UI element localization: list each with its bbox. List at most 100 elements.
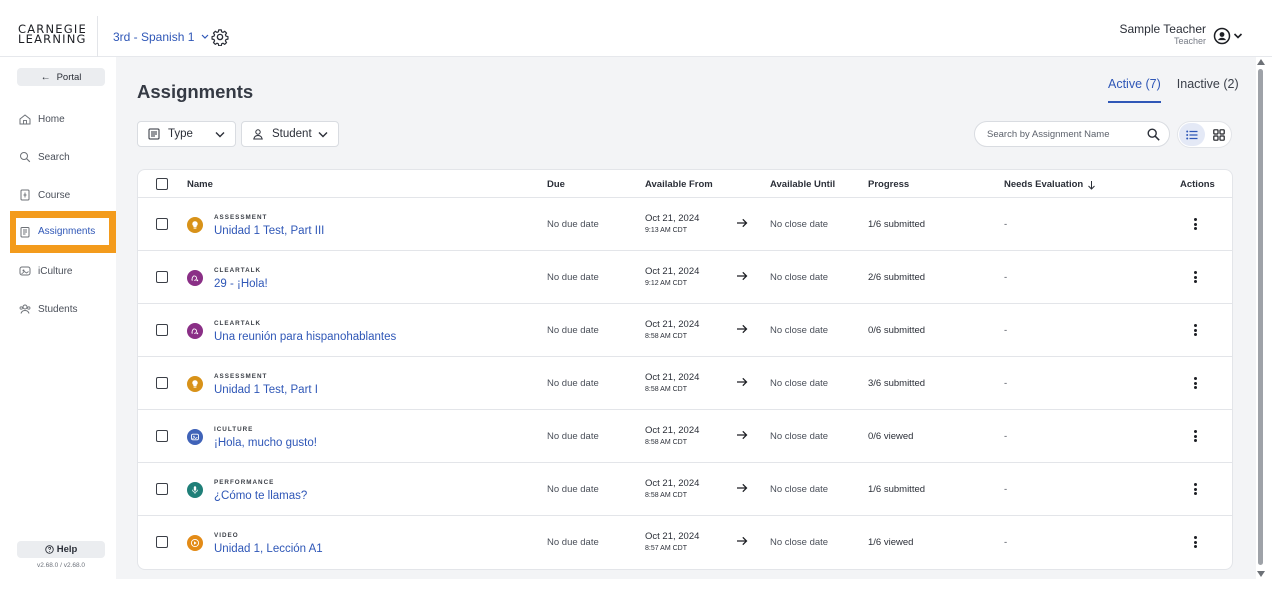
- row-checkbox[interactable]: [156, 324, 168, 336]
- assignment-type: CLEARTALK: [214, 267, 262, 274]
- available-until: No close date: [770, 484, 829, 495]
- arrow-right-icon: [737, 483, 748, 493]
- scroll-up-arrow[interactable]: [1257, 59, 1265, 65]
- assignment-name-link[interactable]: Una reunión para hispanohablantes: [214, 331, 396, 343]
- available-until: No close date: [770, 431, 829, 442]
- student-filter[interactable]: Student: [241, 121, 339, 147]
- needs-evaluation: -: [1004, 325, 1008, 336]
- portal-label: Portal: [56, 71, 82, 83]
- needs-evaluation: -: [1004, 484, 1008, 495]
- sidebar-item-label: Home: [38, 113, 65, 125]
- scroll-down-arrow[interactable]: [1257, 571, 1265, 577]
- microphone-icon: [187, 482, 203, 498]
- list-icon: [148, 128, 160, 140]
- more-actions-icon[interactable]: [1190, 375, 1200, 391]
- row-checkbox[interactable]: [156, 271, 168, 283]
- sidebar-item-search[interactable]: Search: [10, 136, 119, 178]
- column-header-available-until[interactable]: Available Until: [770, 179, 835, 190]
- column-header-due[interactable]: Due: [547, 179, 565, 190]
- column-header-actions: Actions: [1180, 179, 1215, 190]
- row-checkbox[interactable]: [156, 218, 168, 230]
- chevron-down-icon: [318, 131, 328, 137]
- more-actions-icon[interactable]: [1190, 534, 1200, 550]
- sidebar-item-home[interactable]: Home: [10, 98, 119, 140]
- assignment-name-link[interactable]: Unidad 1 Test, Part I: [214, 384, 318, 396]
- page-scrollbar[interactable]: [1256, 57, 1266, 579]
- due-date: No due date: [547, 325, 599, 336]
- column-header-available-from[interactable]: Available From: [645, 179, 713, 190]
- row-checkbox[interactable]: [156, 536, 168, 548]
- needs-evaluation: -: [1004, 378, 1008, 389]
- available-from-date: Oct 21, 2024: [645, 213, 700, 224]
- progress-status: 0/6 viewed: [868, 431, 914, 442]
- more-actions-icon[interactable]: [1190, 322, 1200, 338]
- view-toggle: [1177, 121, 1232, 148]
- arrow-right-icon: [737, 377, 748, 387]
- assignment-name-link[interactable]: ¡Hola, mucho gusto!: [214, 437, 317, 449]
- column-header-progress[interactable]: Progress: [868, 179, 909, 190]
- help-icon: [44, 545, 54, 554]
- column-header-needs-evaluation[interactable]: Needs Evaluation: [1004, 179, 1096, 190]
- gear-icon[interactable]: [211, 28, 229, 46]
- row-checkbox[interactable]: [156, 483, 168, 495]
- row-checkbox[interactable]: [156, 377, 168, 389]
- portal-button[interactable]: ← Portal: [17, 68, 105, 86]
- chevron-down-icon: [201, 34, 209, 39]
- available-until: No close date: [770, 378, 829, 389]
- assignments-icon: [20, 226, 30, 237]
- more-actions-icon[interactable]: [1190, 428, 1200, 444]
- course-icon: [20, 189, 30, 201]
- available-from-date: Oct 21, 2024: [645, 266, 700, 277]
- tab-inactive[interactable]: Inactive (2): [1177, 77, 1239, 103]
- sidebar-item-course[interactable]: Course: [10, 174, 119, 216]
- table-row: ICULTURE ¡Hola, mucho gusto! No due date Oc…: [138, 410, 1232, 463]
- chevron-down-icon[interactable]: [1233, 29, 1243, 43]
- search-input[interactable]: [975, 128, 1135, 140]
- table-row: VIDEO Unidad 1, Lección A1 No due date Oct …: [138, 516, 1232, 569]
- cleartalk-icon: [187, 270, 203, 286]
- lightbulb-icon: [187, 217, 203, 233]
- tab-active[interactable]: Active (7): [1108, 77, 1161, 103]
- type-filter[interactable]: Type: [137, 121, 236, 147]
- assignment-name-link[interactable]: ¿Cómo te llamas?: [214, 490, 307, 502]
- search-icon[interactable]: [1147, 128, 1160, 141]
- version-text: v2.68.0 / v2.68.0: [36, 562, 86, 569]
- list-view-button[interactable]: [1179, 123, 1205, 146]
- user-role: Teacher: [1173, 36, 1206, 46]
- due-date: No due date: [547, 272, 599, 283]
- available-until: No close date: [770, 537, 829, 548]
- sidebar-item-iculture[interactable]: iCulture: [10, 250, 119, 292]
- more-actions-icon[interactable]: [1190, 481, 1200, 497]
- select-all-checkbox[interactable]: [156, 178, 168, 190]
- available-from-time: 9:13 AM CDT: [645, 227, 688, 234]
- class-selector-label: 3rd - Spanish 1: [113, 30, 195, 44]
- more-actions-icon[interactable]: [1190, 269, 1200, 285]
- grid-view-button[interactable]: [1206, 123, 1232, 146]
- user-name: Sample Teacher: [1119, 22, 1207, 36]
- sidebar-item-students[interactable]: Students: [10, 288, 119, 330]
- help-button[interactable]: Help: [17, 541, 105, 558]
- account-icon[interactable]: [1213, 27, 1231, 45]
- arrow-right-icon: [737, 430, 748, 440]
- available-from-time: 8:58 AM CDT: [645, 333, 688, 340]
- due-date: No due date: [547, 484, 599, 495]
- table-header: Name Due Available From Available Until …: [138, 170, 1232, 198]
- iculture-icon: [19, 266, 31, 276]
- available-from-date: Oct 21, 2024: [645, 319, 700, 330]
- available-from-date: Oct 21, 2024: [645, 478, 700, 489]
- sidebar-item-assignments[interactable]: Assignments: [10, 211, 119, 253]
- column-header-name[interactable]: Name: [187, 179, 213, 190]
- assignment-name-link[interactable]: 29 - ¡Hola!: [214, 278, 268, 290]
- class-selector[interactable]: 3rd - Spanish 1: [113, 30, 209, 44]
- assignment-name-link[interactable]: Unidad 1 Test, Part III: [214, 225, 324, 237]
- carnegie-learning-logo: CARNEGIE LEARNING: [18, 22, 87, 46]
- student-filter-label: Student: [272, 128, 312, 140]
- chevron-down-icon: [215, 131, 225, 137]
- main-content: Assignments Active (7) Inactive (2) Type…: [116, 57, 1256, 579]
- more-actions-icon[interactable]: [1190, 216, 1200, 232]
- cleartalk-icon: [187, 323, 203, 339]
- assignment-name-link[interactable]: Unidad 1, Lección A1: [214, 543, 323, 555]
- available-from-time: 9:12 AM CDT: [645, 280, 688, 287]
- scroll-thumb[interactable]: [1258, 69, 1263, 565]
- row-checkbox[interactable]: [156, 430, 168, 442]
